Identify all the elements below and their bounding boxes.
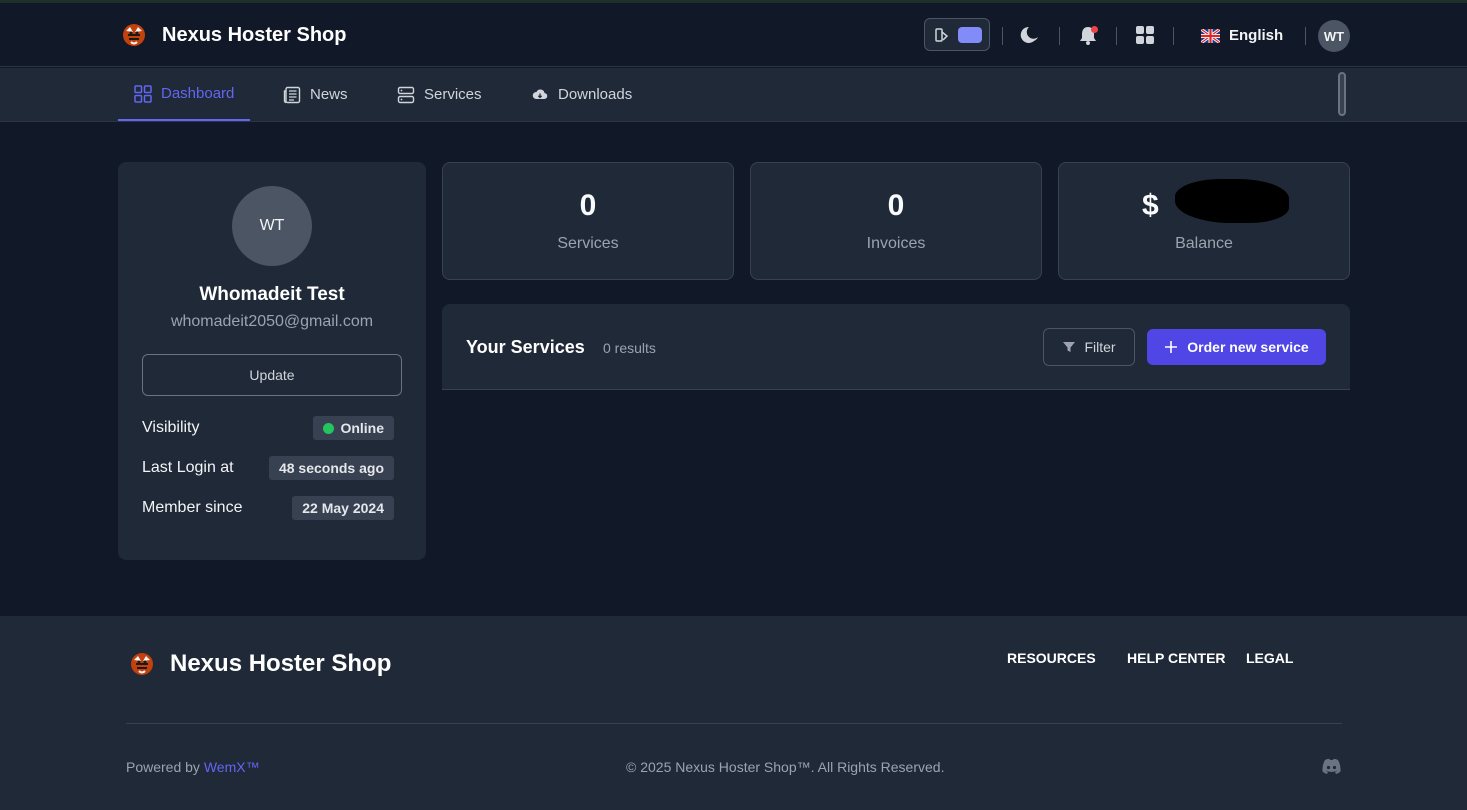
services-count: 0 results (603, 340, 656, 356)
stat-card-services: 0 Services (442, 162, 734, 280)
nav-news-label: News (310, 86, 348, 103)
theme-color-toggle[interactable] (924, 18, 990, 51)
tiger-logo-icon (123, 24, 145, 46)
top-header: Nexus Hoster Shop English WT (0, 3, 1467, 67)
cloud-download-icon (532, 88, 548, 99)
nav-services[interactable]: Services (397, 68, 482, 121)
update-profile-button[interactable]: Update (142, 354, 402, 396)
nav-downloads-label: Downloads (558, 86, 633, 103)
footer-divider (126, 723, 1342, 724)
nav-downloads[interactable]: Downloads (531, 68, 632, 121)
footer-brand[interactable]: Nexus Hoster Shop (128, 650, 391, 678)
last-login-badge: 48 seconds ago (268, 456, 394, 480)
server-icon (397, 86, 415, 103)
footer-brand-name: Nexus Hoster Shop (170, 650, 392, 677)
footer-link-help-center[interactable]: HELP CENTER (1127, 650, 1226, 666)
moon-icon[interactable] (1019, 24, 1041, 46)
online-status-dot (323, 422, 335, 434)
filter-icon (1063, 342, 1076, 352)
palette-icon (935, 28, 949, 42)
order-new-service-button[interactable]: Order new service (1147, 329, 1326, 365)
visibility-row: Visibility Online (142, 416, 394, 440)
plus-icon (1165, 341, 1178, 353)
divider (1002, 27, 1003, 45)
nav-news[interactable]: News (283, 68, 348, 121)
brand-link[interactable]: Nexus Hoster Shop (120, 21, 346, 49)
footer: Nexus Hoster Shop RESOURCES HELP CENTER … (0, 616, 1467, 810)
stat-balance-label: Balance (1175, 235, 1233, 252)
divider (1116, 27, 1117, 45)
last-login-label: Last Login at (142, 459, 234, 476)
order-label: Order new service (1187, 339, 1309, 355)
filter-button[interactable]: Filter (1043, 328, 1135, 366)
profile-email: whomadeit2050@gmail.com (170, 313, 374, 330)
user-avatar-button[interactable]: WT (1318, 20, 1350, 52)
stat-invoices-value: 0 (887, 189, 905, 222)
tiger-logo-icon (131, 653, 153, 675)
stat-card-invoices: 0 Invoices (750, 162, 1042, 280)
apps-grid-icon[interactable] (1134, 24, 1156, 46)
profile-card: WT Whomadeit Test whomadeit2050@gmail.co… (118, 162, 426, 560)
main-nav: Dashboard News Services Downloads (0, 68, 1467, 122)
stat-services-value: 0 (579, 189, 597, 222)
powered-by-prefix: Powered by (126, 759, 204, 775)
profile-name: Whomadeit Test (199, 284, 345, 305)
nav-dashboard-label: Dashboard (161, 85, 235, 102)
divider (1305, 27, 1306, 45)
newspaper-icon (283, 86, 301, 103)
footer-link-resources[interactable]: RESOURCES (1007, 650, 1096, 666)
filter-label: Filter (1084, 339, 1116, 355)
wemx-link[interactable]: WemX™ (204, 759, 260, 775)
dashboard-grid-icon (134, 84, 152, 103)
divider (1059, 27, 1060, 45)
profile-avatar: WT (232, 186, 312, 266)
divider (1173, 27, 1174, 45)
redaction-mark (1175, 179, 1289, 223)
services-panel: Your Services 0 results Filter Order new… (442, 304, 1350, 390)
visibility-badge: Online (313, 416, 394, 440)
language-selector[interactable]: English (1201, 27, 1283, 44)
stat-invoices-label: Invoices (866, 235, 926, 252)
services-title: Your Services (466, 337, 585, 357)
member-since-badge: 22 May 2024 (292, 496, 394, 520)
uk-flag-icon (1201, 28, 1220, 43)
stat-card-balance: $ Balance (1058, 162, 1350, 280)
visibility-value: Online (340, 420, 384, 436)
brand-name: Nexus Hoster Shop (162, 23, 347, 46)
copyright-text: © 2025 Nexus Hoster Shop™. All Rights Re… (626, 759, 945, 775)
nav-scrollbar[interactable] (1338, 72, 1346, 116)
notification-dot (1091, 26, 1098, 33)
footer-link-legal[interactable]: LEGAL (1246, 650, 1293, 666)
nav-dashboard[interactable]: Dashboard (118, 68, 251, 121)
stat-services-label: Services (557, 235, 619, 252)
discord-icon[interactable] (1321, 758, 1342, 775)
nav-services-label: Services (424, 86, 482, 103)
last-login-row: Last Login at 48 seconds ago (142, 456, 394, 480)
visibility-label: Visibility (142, 419, 200, 436)
language-label: English (1229, 27, 1284, 44)
powered-by: Powered by WemX™ (126, 759, 260, 775)
member-since-row: Member since 22 May 2024 (142, 496, 394, 520)
color-swatch (958, 27, 982, 43)
member-since-label: Member since (142, 499, 243, 516)
